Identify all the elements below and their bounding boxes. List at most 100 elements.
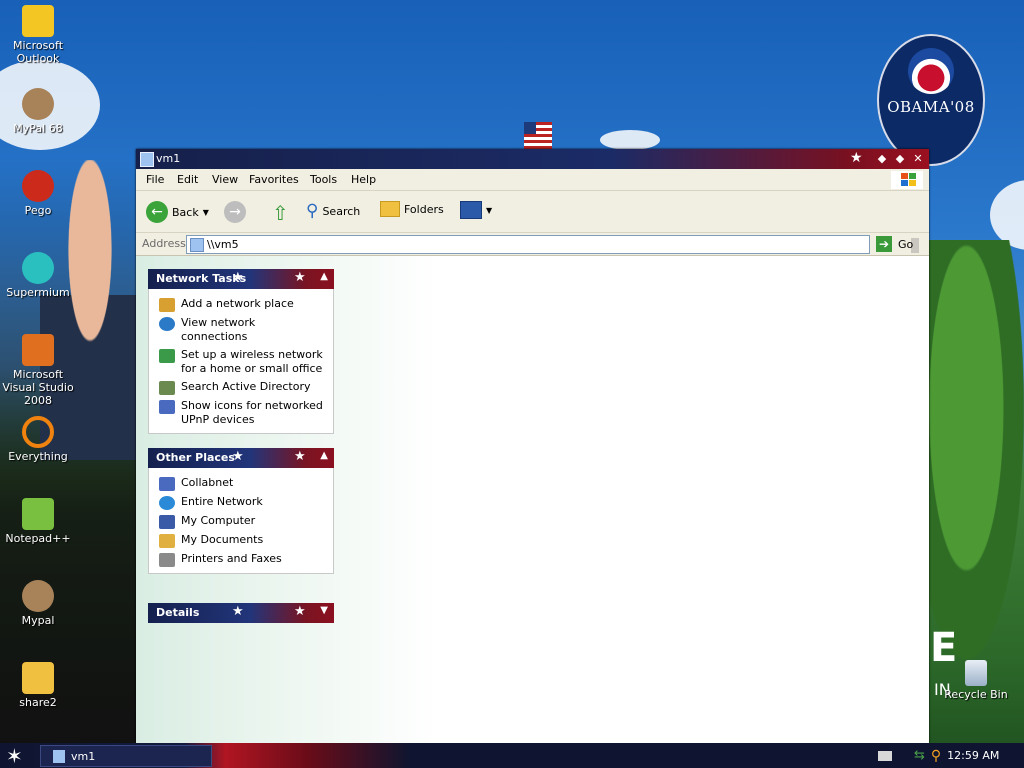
start-button[interactable]: ✶ — [6, 744, 23, 768]
back-button[interactable]: ← Back ▼ — [146, 201, 209, 223]
list-item-label: Show icons for networked UPnP devices — [181, 399, 323, 426]
desktop-icon-everything[interactable]: Everything — [0, 416, 76, 463]
search-icon: ⚲ — [306, 201, 319, 221]
menu-favorites[interactable]: Favorites — [249, 173, 299, 186]
list-item[interactable]: View network connections — [149, 314, 333, 346]
notepadpp-icon — [22, 498, 54, 530]
outlook-icon — [22, 5, 54, 37]
desktop-icon-mypal[interactable]: Mypal — [0, 580, 76, 627]
entire-network-icon — [159, 496, 175, 510]
collapse-icon[interactable]: ▲ — [320, 450, 328, 461]
list-item[interactable]: Show icons for networked UPnP devices — [149, 397, 333, 429]
list-item[interactable]: Search Active Directory — [149, 378, 333, 397]
desktop-icon-label: Microsoft Visual Studio 2008 — [2, 368, 74, 407]
list-item[interactable]: Entire Network — [149, 493, 333, 512]
active-directory-icon — [159, 381, 175, 395]
menu-edit[interactable]: Edit — [177, 173, 198, 186]
campaign-seal: OBAMA'08 — [877, 34, 985, 166]
visual-studio-icon — [22, 334, 54, 366]
views-button[interactable]: ▼ — [460, 201, 492, 219]
search-icon[interactable]: ⚲ — [931, 748, 941, 764]
address-input[interactable]: \\vm5 — [186, 235, 919, 254]
forward-button[interactable]: → — [224, 201, 246, 223]
folder-icon — [380, 201, 400, 217]
chevron-down-icon[interactable]: ▼ — [203, 208, 209, 217]
keyboard-icon[interactable] — [878, 751, 892, 761]
folders-button[interactable]: Folders — [380, 201, 444, 217]
list-item-label: My Computer — [181, 514, 256, 527]
desktop-icon-label: Microsoft Outlook — [12, 39, 64, 65]
go-button[interactable]: ➔ Go — [876, 236, 913, 252]
list-item-label: Entire Network — [181, 495, 263, 508]
desktop-icon-share2[interactable]: share2 — [0, 662, 76, 709]
list-item[interactable]: My Computer — [149, 512, 333, 531]
taskbar-button-vm1[interactable]: vm1 — [40, 745, 212, 767]
chevron-down-icon: ▼ — [486, 205, 493, 215]
panel-title: Details — [156, 606, 200, 619]
panel-header[interactable]: Details ★ ★ ▼ — [148, 603, 334, 623]
list-item-label: Collabnet — [181, 476, 234, 489]
folders-label: Folders — [404, 202, 444, 216]
network-status-icon[interactable]: ⇆ — [914, 748, 925, 763]
desktop-icon-outlook[interactable]: Microsoft Outlook — [0, 5, 76, 65]
views-icon — [460, 201, 482, 219]
desktop-icon-mypal68[interactable]: MyPal 68 — [0, 88, 76, 135]
folder-icon — [22, 662, 54, 694]
star-icon: ★ — [232, 449, 244, 464]
list-item-label: My Documents — [181, 533, 264, 546]
up-folder-button[interactable]: ⇧ — [272, 201, 289, 225]
list-item[interactable]: My Documents — [149, 531, 333, 550]
menu-tools[interactable]: Tools — [310, 173, 337, 186]
network-tasks-panel: Network Tasks ★ ★ ▲ Add a network place … — [148, 269, 334, 434]
network-icon — [159, 477, 175, 491]
close-button[interactable]: ✕ — [910, 151, 926, 166]
collapse-icon[interactable]: ▲ — [320, 271, 328, 282]
my-documents-icon — [159, 534, 175, 548]
desktop-icon-pego[interactable]: Pego — [0, 170, 76, 217]
desktop-icon-visual-studio[interactable]: Microsoft Visual Studio 2008 — [0, 334, 76, 407]
menu-help[interactable]: Help — [351, 173, 376, 186]
network-folder-icon — [190, 238, 204, 252]
menu-view[interactable]: View — [212, 173, 238, 186]
up-arrow-icon: ⇧ — [272, 201, 289, 225]
network-folder-icon — [140, 152, 154, 167]
windows-logo-icon — [891, 171, 923, 189]
taskbar-button-label: vm1 — [71, 749, 96, 763]
list-item-label: Printers and Faxes — [181, 552, 282, 565]
desktop-icon-supermium[interactable]: Supermium — [0, 252, 76, 299]
panel-header[interactable]: Network Tasks ★ ★ ▲ — [148, 269, 334, 289]
list-item[interactable]: Collabnet — [149, 474, 333, 493]
forward-arrow-icon: → — [224, 201, 246, 223]
recycle-bin-icon — [965, 660, 987, 686]
system-tray: ⇆ ⚲ 12:59 AM — [904, 743, 1024, 768]
star-icon: ★ — [232, 270, 244, 285]
explorer-window: vm1 ★ ◆ ◆ ✕ File Edit View Favorites Too… — [136, 149, 929, 743]
menu-file[interactable]: File — [146, 173, 164, 186]
desktop-icon-label: share2 — [19, 696, 57, 709]
desktop-icon-notepadpp[interactable]: Notepad++ — [0, 498, 76, 545]
expand-icon[interactable]: ▼ — [320, 605, 328, 616]
maximize-button[interactable]: ◆ — [892, 151, 908, 166]
search-label: Search — [322, 204, 361, 218]
supermium-icon — [22, 252, 54, 284]
star-icon: ★ — [232, 604, 244, 619]
search-button[interactable]: ⚲ Search — [306, 201, 360, 221]
list-item[interactable]: Add a network place — [149, 295, 333, 314]
desktop-icon-recycle-bin[interactable]: Recycle Bin — [944, 660, 1008, 701]
panel-header[interactable]: Other Places ★ ★ ▲ — [148, 448, 334, 468]
flag-icon — [524, 122, 552, 150]
pego-icon — [22, 170, 54, 202]
taskbar: ✶ vm1 ⇆ ⚲ 12:59 AM — [0, 743, 1024, 768]
cloud — [600, 130, 660, 150]
minimize-button[interactable]: ◆ — [874, 151, 890, 166]
menu-bar: File Edit View Favorites Tools Help — [136, 169, 929, 191]
mypal-icon — [22, 88, 54, 120]
wireless-network-icon — [159, 349, 175, 363]
list-item[interactable]: Printers and Faxes — [149, 550, 333, 569]
list-item[interactable]: Set up a wireless network for a home or … — [149, 346, 333, 378]
star-icon: ★ — [294, 270, 306, 285]
back-arrow-icon: ← — [146, 201, 168, 223]
window-title: vm1 — [156, 152, 181, 165]
title-bar[interactable]: vm1 ★ ◆ ◆ ✕ — [136, 149, 929, 169]
add-network-place-icon — [159, 298, 175, 312]
